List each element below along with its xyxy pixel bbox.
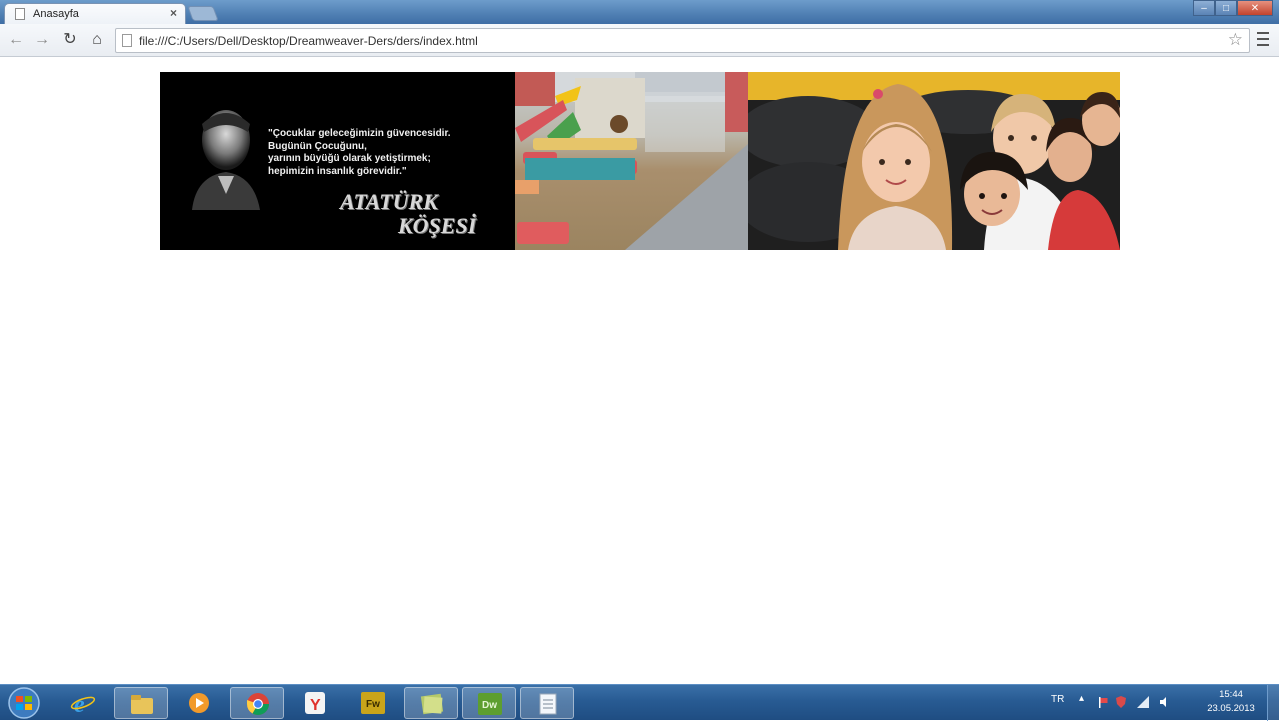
yandex-icon[interactable]: Y bbox=[288, 687, 342, 719]
media-player-icon[interactable] bbox=[172, 687, 226, 719]
ataturk-portrait bbox=[192, 110, 260, 210]
fireworks-icon[interactable]: Fw bbox=[346, 687, 400, 719]
title-bar: Anasayfa × – □ ✕ bbox=[0, 0, 1279, 24]
quote-text: "Çocuklar geleceğimizin güvencesidir. Bu… bbox=[268, 128, 515, 178]
window-controls: – □ ✕ bbox=[1193, 0, 1273, 18]
maximize-button[interactable]: □ bbox=[1215, 0, 1237, 16]
chrome-icon[interactable] bbox=[230, 687, 284, 719]
close-window-button[interactable]: ✕ bbox=[1237, 0, 1273, 16]
taskbar-clock[interactable]: 15:44 23.05.2013 bbox=[1203, 688, 1259, 716]
sticky-notes-icon[interactable] bbox=[404, 687, 458, 719]
show-hidden-icons-icon[interactable]: ▴ bbox=[1079, 693, 1084, 704]
bookmark-star-icon[interactable]: ☆ bbox=[1228, 30, 1243, 50]
home-icon[interactable]: ⌂ bbox=[87, 30, 107, 50]
quote-line: "Çocuklar geleceğimizin güvencesidir. bbox=[268, 128, 451, 139]
windows-start-icon[interactable] bbox=[4, 686, 44, 720]
notepad-icon[interactable] bbox=[520, 687, 574, 719]
header-banner: "Çocuklar geleceğimizin güvencesidir. Bu… bbox=[160, 72, 1120, 250]
corner-title-line2: KÖŞESİ bbox=[398, 213, 477, 238]
system-tray: TR ▴ 15:44 23.05.2013 bbox=[1049, 685, 1279, 721]
quote-line: hepimizin insanlık görevidir." bbox=[268, 165, 407, 177]
back-icon[interactable]: ← bbox=[6, 30, 26, 50]
tab-close-button[interactable]: × bbox=[170, 6, 177, 20]
menu-icon[interactable] bbox=[1257, 32, 1269, 46]
address-bar[interactable]: file:///C:/Users/Dell/Desktop/Dreamweave… bbox=[115, 28, 1250, 53]
page-icon bbox=[15, 8, 25, 20]
internet-explorer-icon[interactable]: e bbox=[56, 687, 110, 719]
quote-line: Bugünün Çocuğunu, bbox=[268, 140, 367, 152]
tab-title: Anasayfa bbox=[33, 8, 79, 20]
windows-explorer-icon[interactable] bbox=[114, 687, 168, 719]
volume-icon[interactable] bbox=[1159, 696, 1171, 708]
network-signal-icon[interactable] bbox=[1137, 696, 1149, 708]
forward-icon[interactable]: → bbox=[32, 30, 52, 50]
svg-text:Y: Y bbox=[310, 697, 321, 714]
new-tab-button[interactable] bbox=[187, 6, 219, 21]
clock-time: 15:44 bbox=[1219, 689, 1243, 700]
playground-photo bbox=[515, 72, 748, 250]
page-content: "Çocuklar geleceğimizin güvencesidir. Bu… bbox=[0, 58, 1279, 684]
corner-title-line1: ATATÜRK bbox=[340, 189, 438, 214]
address-url[interactable]: file:///C:/Users/Dell/Desktop/Dreamweave… bbox=[139, 34, 478, 48]
action-center-flag-icon[interactable] bbox=[1097, 696, 1109, 708]
browser-toolbar: ← → ↻ ⌂ file:///C:/Users/Dell/Desktop/Dr… bbox=[0, 24, 1279, 57]
dreamweaver-icon[interactable]: Dw bbox=[462, 687, 516, 719]
playground-illustration bbox=[515, 72, 748, 250]
children-illustration bbox=[748, 72, 1120, 250]
shield-icon[interactable] bbox=[1115, 696, 1127, 708]
quote-line: yarının büyüğü olarak yetiştirmek; bbox=[268, 153, 431, 164]
language-indicator[interactable]: TR bbox=[1051, 694, 1064, 705]
svg-text:e: e bbox=[74, 692, 85, 715]
children-photo bbox=[748, 72, 1120, 250]
minimize-button[interactable]: – bbox=[1193, 0, 1215, 16]
browser-tab-anasayfa[interactable]: Anasayfa × bbox=[4, 3, 186, 24]
ataturk-quote-panel: "Çocuklar geleceğimizin güvencesidir. Bu… bbox=[160, 72, 515, 250]
windows-taskbar: e Y Fw Dw TR ▴ 15:44 23.05.2013 bbox=[0, 684, 1279, 721]
svg-text:Fw: Fw bbox=[366, 699, 380, 710]
reload-icon[interactable]: ↻ bbox=[60, 30, 80, 50]
show-desktop-button[interactable] bbox=[1267, 685, 1279, 721]
svg-text:Dw: Dw bbox=[482, 700, 497, 711]
page-icon bbox=[122, 34, 132, 47]
clock-date: 23.05.2013 bbox=[1207, 703, 1255, 714]
ataturk-corner-title: ATATÜRK KÖŞESİ bbox=[340, 190, 500, 238]
